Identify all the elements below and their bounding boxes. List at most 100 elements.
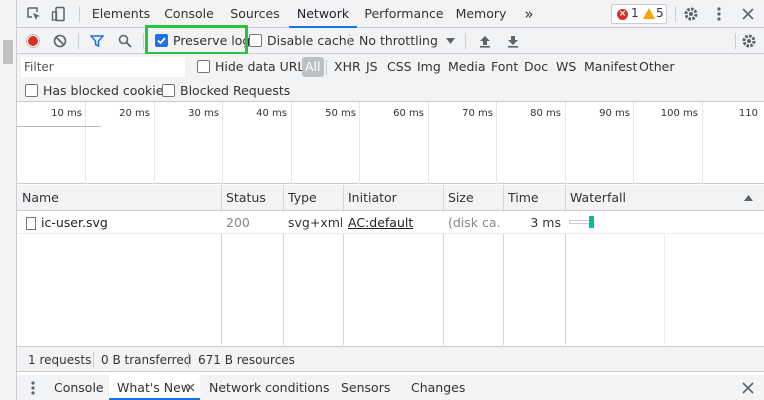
overview-tick: 40 ms [256, 108, 287, 119]
request-initiator-link[interactable]: AC:default [348, 212, 440, 234]
tab-performance[interactable]: Performance [361, 0, 447, 28]
tab-console[interactable]: Console [158, 0, 220, 28]
filter-type-xhr[interactable]: XHR [334, 57, 361, 77]
record-icon[interactable] [25, 33, 41, 49]
warning-icon [643, 8, 655, 19]
network-overview-timeline[interactable]: 10 ms 20 ms 30 ms 40 ms 50 ms 60 ms 70 m… [17, 102, 764, 184]
filter-type-font[interactable]: Font [491, 57, 518, 77]
device-toolbar-icon[interactable] [50, 5, 68, 23]
filter-icon[interactable] [89, 33, 105, 49]
clear-icon[interactable] [52, 33, 68, 49]
blocked-requests-label[interactable]: Blocked Requests [180, 83, 290, 98]
overview-tick: 50 ms [325, 108, 356, 119]
column-status[interactable]: Status [221, 185, 266, 211]
blocked-requests-checkbox[interactable] [162, 84, 175, 97]
throttling-select[interactable]: No throttling [359, 33, 438, 48]
column-time[interactable]: Time [503, 185, 539, 211]
export-har-icon[interactable] [505, 33, 521, 49]
network-summary-bar: 1 requests 0 B transferred 671 B resourc… [17, 346, 764, 372]
close-tab-icon[interactable] [185, 382, 195, 392]
summary-requests: 1 requests [28, 353, 92, 367]
issues-counter[interactable]: × 1 5 [611, 4, 667, 24]
devtools-tab-bar: Elements Console Sources Network Perform… [17, 0, 764, 28]
filter-type-js[interactable]: JS [366, 57, 378, 77]
overview-gridline [154, 102, 155, 184]
has-blocked-cookies-checkbox[interactable] [25, 84, 38, 97]
filter-type-other[interactable]: Other [639, 57, 675, 77]
drawer-menu-icon[interactable] [29, 380, 37, 396]
column-size[interactable]: Size [443, 185, 474, 211]
toolbar-divider [79, 6, 80, 22]
tab-memory[interactable]: Memory [451, 0, 511, 28]
filter-type-doc[interactable]: Doc [524, 57, 548, 77]
column-divider[interactable] [443, 185, 444, 345]
dropdown-arrow-icon[interactable] [444, 35, 456, 47]
search-icon[interactable] [117, 33, 133, 49]
toolbar-divider [675, 6, 676, 22]
column-divider[interactable] [283, 185, 284, 345]
overview-gridline [496, 102, 497, 184]
filter-input[interactable]: Filter [21, 57, 185, 77]
close-drawer-icon[interactable] [740, 380, 756, 396]
overview-tick: 70 ms [462, 108, 493, 119]
settings-gear-icon[interactable] [682, 5, 700, 23]
filter-type-ws[interactable]: WS [556, 57, 576, 77]
drawer-tab-label: What's New [117, 380, 192, 395]
scroll-thumb[interactable] [3, 40, 13, 64]
toolbar-divider [735, 33, 736, 49]
sort-ascending-icon[interactable] [743, 194, 753, 202]
request-size: (disk ca... [448, 215, 500, 230]
hide-data-urls-label[interactable]: Hide data URLs [215, 59, 311, 74]
waterfall-bar[interactable] [589, 216, 594, 228]
drawer-tab-changes[interactable]: Changes [411, 375, 465, 400]
request-name[interactable]: ic-user.svg [41, 212, 217, 234]
filter-type-manifest[interactable]: Manifest [584, 57, 637, 77]
column-name[interactable]: Name [17, 185, 59, 211]
network-toolbar: Preserve log Disable cache No throttling [17, 28, 764, 54]
more-tabs-icon[interactable]: » [517, 0, 541, 28]
column-initiator[interactable]: Initiator [343, 185, 397, 211]
disable-cache-label[interactable]: Disable cache [267, 33, 354, 48]
tab-sources[interactable]: Sources [224, 0, 286, 28]
disable-cache-checkbox[interactable] [249, 34, 262, 47]
overview-gridline [633, 102, 634, 184]
tab-network[interactable]: Network [289, 0, 357, 28]
network-settings-gear-icon[interactable] [740, 32, 758, 50]
more-options-icon[interactable] [712, 5, 726, 23]
column-divider[interactable] [565, 185, 566, 345]
requests-table: Name Status Type Initiator Size Time Wat… [17, 185, 764, 345]
overview-tick: 30 ms [188, 108, 219, 119]
error-count: 1 [631, 6, 639, 20]
overview-tick: 20 ms [119, 108, 150, 119]
error-icon: × [617, 9, 628, 20]
request-type: svg+xml [288, 215, 342, 230]
overview-request-bar [17, 126, 101, 127]
filter-type-img[interactable]: Img [417, 57, 441, 77]
inspect-element-icon[interactable] [25, 5, 43, 23]
column-divider[interactable] [503, 185, 504, 345]
filter-type-media[interactable]: Media [448, 57, 486, 77]
summary-transferred: 0 B transferred [101, 353, 192, 367]
waterfall-queue-bar [569, 220, 589, 224]
request-status: 200 [226, 215, 250, 230]
import-har-icon[interactable] [477, 33, 493, 49]
column-waterfall[interactable]: Waterfall [565, 185, 626, 211]
filter-type-css[interactable]: CSS [387, 57, 412, 77]
column-divider[interactable] [221, 185, 222, 345]
close-devtools-icon[interactable] [739, 5, 757, 23]
drawer-tab-network-conditions[interactable]: Network conditions [209, 375, 329, 400]
column-divider[interactable] [343, 185, 344, 345]
warning-count: 5 [656, 6, 664, 20]
hide-data-urls-checkbox[interactable] [197, 60, 210, 73]
overview-gridline [565, 102, 566, 184]
toolbar-divider [78, 33, 79, 49]
toolbar-divider [465, 33, 466, 49]
overview-tick: 60 ms [393, 108, 424, 119]
column-type[interactable]: Type [283, 185, 317, 211]
filter-divider [326, 60, 327, 75]
filter-type-all[interactable]: All [302, 57, 324, 77]
drawer-tab-console[interactable]: Console [54, 375, 104, 400]
drawer-tab-sensors[interactable]: Sensors [341, 375, 390, 400]
tab-elements[interactable]: Elements [88, 0, 154, 28]
has-blocked-cookies-label[interactable]: Has blocked cookies [43, 83, 170, 98]
